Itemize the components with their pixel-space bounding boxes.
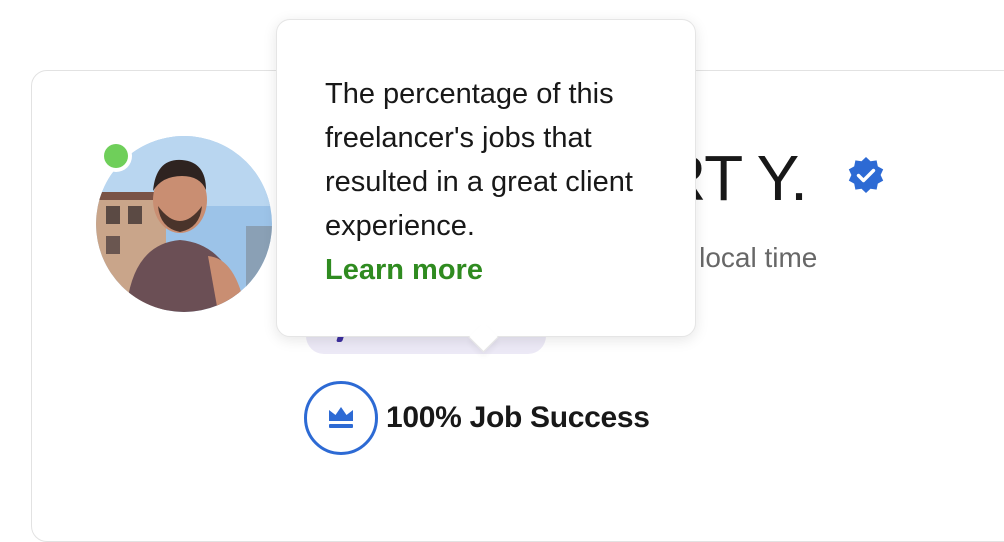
job-success-badge[interactable]: 100% Job Success bbox=[304, 378, 650, 458]
learn-more-link[interactable]: Learn more bbox=[325, 248, 483, 292]
tooltip-text: The percentage of this freelancer's jobs… bbox=[325, 78, 633, 242]
crown-icon bbox=[304, 381, 378, 455]
verified-badge-icon[interactable] bbox=[845, 155, 887, 197]
online-status-indicator bbox=[100, 140, 132, 172]
job-success-tooltip: The percentage of this freelancer's jobs… bbox=[276, 19, 696, 337]
job-success-label: 100% Job Success bbox=[386, 401, 650, 434]
